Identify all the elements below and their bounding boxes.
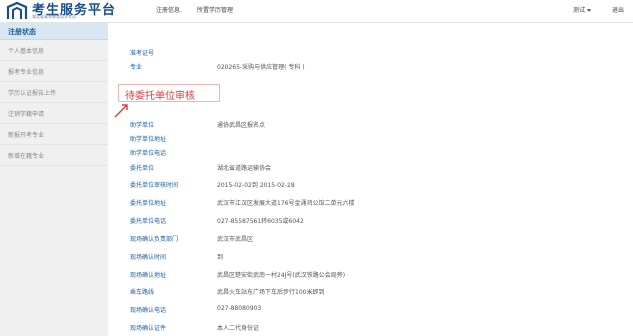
logout-link[interactable]: 退出 [612, 5, 624, 14]
info-row: 委托单位地址 武汉市江汉区发展大道176号金涌鸿公馆二单元六楼 [108, 198, 628, 208]
field-value: 2015-02-02到 2015-02-28 [217, 182, 295, 189]
sidebar-heading[interactable]: 注册状态 [0, 23, 108, 40]
info-row: 现场确认负责部门 武汉市武昌区 [108, 234, 628, 244]
field-value: 本人二代身份证 [217, 325, 260, 332]
status-callout: 待委托单位审核 [118, 84, 220, 102]
sidebar-item-major-info[interactable]: 报考专业信息 [0, 61, 108, 82]
field-label: 现场确认负责部门 [130, 236, 179, 243]
field-value: 027-88080903 [217, 305, 262, 312]
info-row: 委托单位电话 027-85587561转6035或6042 [108, 216, 628, 226]
nav-register-info[interactable]: 注册信息 [156, 5, 180, 14]
info-row: 助学单位地址 [108, 134, 628, 144]
field-label: 助学单位电话 [130, 150, 167, 157]
field-label: 专业 [130, 64, 143, 71]
info-row: 现场确认时间 到 [108, 252, 628, 262]
field-label: 准考证号 [130, 50, 155, 57]
field-value: 通协武昌区报名点 [217, 122, 266, 129]
logo: 考生服务平台 湖北省高等教育自学考试 [6, 1, 134, 21]
field-label: 现场确认证件 [130, 325, 167, 332]
sidebar-item-add-major[interactable]: 新增在籍专业 [0, 145, 108, 166]
info-row: 乘车路线 武昌火车站东广场下车后步行100米即到 [108, 287, 628, 297]
field-label: 现场确认时间 [130, 254, 167, 261]
sidebar-item-new-major[interactable]: 新报开考专业 [0, 124, 108, 145]
field-value: 武汉市江汉区发展大道176号金涌鸿公馆二单元六楼 [217, 200, 355, 207]
top-bar: 考生服务平台 湖北省高等教育自学考试 注册信息 所置学历管理 测试 退出 [0, 0, 633, 23]
field-label: 现场确认电话 [130, 307, 167, 314]
info-row: 准考证号 [108, 48, 628, 58]
field-value: 到 [217, 254, 224, 261]
sidebar-item-report-upload[interactable]: 学历认证报告上传 [0, 82, 108, 103]
sidebar-item-personal-info[interactable]: 个人基本信息 [0, 40, 108, 61]
field-label: 助学单位地址 [130, 136, 167, 143]
nav-education-management[interactable]: 所置学历管理 [197, 5, 233, 14]
arrow-icon [114, 104, 128, 118]
field-value: 武昌火车站东广场下车后步行100米即到 [217, 289, 325, 296]
field-label: 委托单位电话 [130, 218, 167, 225]
info-row: 助学单位 通协武昌区报名点 [108, 120, 628, 130]
field-label: 助学单位 [130, 122, 155, 129]
field-value: 027-85587561转6035或6042 [217, 218, 304, 225]
user-menu[interactable]: 测试 [573, 5, 591, 14]
info-row: 专业 020265-采购与供应管理( 专科 ) [108, 62, 628, 72]
logo-subtitle: 湖北省高等教育自学考试 [32, 14, 76, 19]
field-label: 委托单位 [130, 165, 155, 172]
user-name: 测试 [572, 7, 585, 14]
sidebar: 注册状态 个人基本信息 报考专业信息 学历认证报告上传 注销学籍申请 新报开考专… [0, 23, 108, 336]
status-label: 待委托单位审核 [125, 91, 195, 102]
field-value: 武汉市武昌区 [217, 236, 254, 243]
field-value: 020265-采购与供应管理( 专科 ) [217, 64, 305, 71]
field-label: 委托单位地址 [130, 200, 167, 207]
main-content: 准考证号 专业 020265-采购与供应管理( 专科 ) 助学单位 通协武昌区报… [108, 23, 633, 336]
field-value: 湖北省道路运输协会 [217, 165, 272, 172]
logo-icon [6, 1, 28, 19]
sidebar-item-cancel-enrollment[interactable]: 注销学籍申请 [0, 103, 108, 124]
info-row: 助学单位电话 [108, 148, 628, 158]
field-label: 委托单位审核时间 [130, 182, 179, 189]
chevron-down-icon [587, 9, 591, 12]
info-row: 现场确认地址 武昌区楚安街武南一村24J号(武汉铁路公会局旁) [108, 270, 628, 280]
info-row: 现场确认电话 027-88080903 [108, 305, 628, 315]
field-value: 武昌区楚安街武南一村24J号(武汉铁路公会局旁) [217, 272, 346, 279]
info-row: 现场确认证件 本人二代身份证 [108, 323, 628, 333]
info-row: 委托单位 湖北省道路运输协会 [108, 163, 628, 173]
info-row: 委托单位审核时间 2015-02-02到 2015-02-28 [108, 180, 628, 190]
field-label: 乘车路线 [130, 289, 155, 296]
field-label: 现场确认地址 [130, 272, 167, 279]
